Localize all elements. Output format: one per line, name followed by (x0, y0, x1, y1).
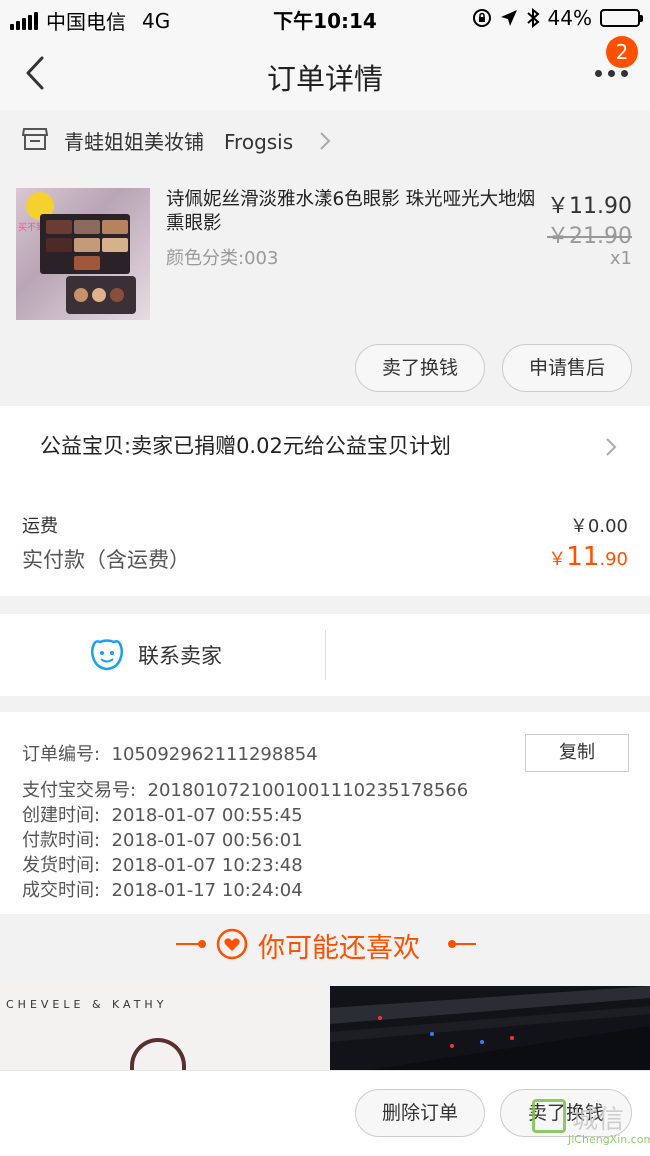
battery-percent: 44% (547, 6, 592, 30)
palette-image (40, 214, 130, 274)
watermark-text: 城信 (572, 1105, 625, 1134)
product-quantity: x1 (609, 248, 632, 269)
paid-currency: ￥ (548, 549, 567, 570)
paid-decimal: .90 (599, 549, 628, 570)
sell-for-cash-button[interactable]: 卖了换钱 (355, 344, 485, 392)
shipping-label: 运费 (22, 516, 58, 537)
nav-bar: 订单详情 2 (0, 36, 650, 110)
info-value: 2018-01-07 00:56:01 (111, 830, 303, 851)
bottom-action-bar: 删除订单 卖了换钱 城信 JiChengXin.com (0, 1070, 650, 1156)
store-icon (22, 128, 48, 150)
info-label: 支付宝交易号: (22, 780, 137, 801)
bluetooth-icon (526, 8, 540, 28)
recommend-title: 你可能还喜欢 (258, 933, 420, 964)
recommend-card[interactable] (330, 986, 650, 1070)
eyeshadow-image (66, 276, 136, 314)
watermark: 城信 JiChengXin.com (532, 1097, 650, 1151)
product-original-price: ￥21.90 (547, 224, 632, 249)
rotation-lock-icon (472, 9, 491, 27)
charity-row[interactable]: 公益宝贝:卖家已捐赠0.02元给公益宝贝计划 (0, 406, 650, 488)
watermark-domain: JiChengXin.com (568, 1133, 650, 1146)
after-sales-button[interactable]: 申请售后 (502, 344, 632, 392)
delete-order-button[interactable]: 删除订单 (355, 1089, 485, 1137)
info-row-shipped: 发货时间: 2018-01-07 10:23:48 (22, 851, 303, 877)
info-row-alipay: 支付宝交易号: 2018010721001001110235178566 (22, 776, 468, 802)
order-number-row: 订单编号: 105092962111298854 (22, 740, 318, 766)
info-value: 2018010721001001110235178566 (147, 780, 469, 801)
info-label: 发货时间: (22, 855, 101, 876)
brand-label: CHEVELE & KATHY (6, 998, 168, 1011)
chat-face-icon[interactable] (90, 638, 124, 672)
product-spec: 颜色分类:003 (166, 248, 279, 269)
order-info: 订单编号: 105092962111298854 复制 支付宝交易号: 2018… (0, 712, 650, 914)
more-icon[interactable] (595, 70, 628, 77)
notification-badge: 2 (606, 36, 638, 68)
info-label: 成交时间: (22, 880, 101, 901)
contact-seller-button[interactable]: 联系卖家 (138, 640, 222, 670)
heart-icon (216, 928, 248, 960)
info-row-created: 创建时间: 2018-01-07 00:55:45 (22, 801, 303, 827)
recommend-grid: CHEVELE & KATHY (0, 986, 650, 1088)
product-card: 买不到香奶奶268嘛 诗佩妮丝滑淡雅水漾6色眼影 珠光哑光大地烟熏眼影 颜色分类… (0, 172, 650, 404)
piano-image (330, 986, 650, 1070)
watermark-logo-icon (532, 1099, 566, 1133)
info-row-completed: 成交时间: 2018-01-17 10:24:04 (22, 876, 303, 902)
chevron-right-icon (320, 132, 331, 150)
decor-line (452, 943, 476, 945)
shop-row[interactable]: 青蛙姐姐美妆铺 Frogsis (0, 112, 650, 170)
divider (325, 630, 326, 680)
decor-dot (198, 940, 206, 948)
copy-button[interactable]: 复制 (525, 734, 629, 772)
order-number-value: 105092962111298854 (111, 744, 318, 765)
product-title[interactable]: 诗佩妮丝滑淡雅水漾6色眼影 珠光哑光大地烟熏眼影 (166, 188, 536, 236)
paid-integer: 11 (566, 542, 600, 572)
contact-bar: 联系卖家 (0, 614, 650, 696)
info-value: 2018-01-17 10:24:04 (111, 880, 303, 901)
recommend-header: 你可能还喜欢 (0, 916, 650, 972)
paid-value: ￥11.90 (548, 542, 628, 572)
battery-icon (600, 9, 643, 27)
order-number-label: 订单编号: (22, 744, 101, 765)
shipping-value: ￥0.00 (569, 516, 628, 537)
fee-summary: 运费 ￥0.00 实付款（含运费） ￥11.90 (0, 488, 650, 596)
status-right: 44% (472, 6, 643, 30)
location-icon (500, 10, 517, 26)
charity-text: 公益宝贝:卖家已捐赠0.02元给公益宝贝计划 (40, 434, 451, 458)
info-value: 2018-01-07 00:55:45 (111, 805, 303, 826)
chevron-right-icon (606, 438, 617, 456)
product-thumbnail[interactable]: 买不到香奶奶268嘛 (16, 188, 150, 320)
product-price: ￥11.90 (547, 194, 632, 219)
status-bar: 中国电信 4G 下午10:14 44% (0, 0, 650, 36)
paid-label: 实付款（含运费） (22, 548, 190, 572)
recommend-card[interactable]: CHEVELE & KATHY (0, 986, 320, 1088)
info-value: 2018-01-07 10:23:48 (111, 855, 303, 876)
page-title: 订单详情 (266, 62, 383, 96)
info-row-paid: 付款时间: 2018-01-07 00:56:01 (22, 826, 303, 852)
info-label: 创建时间: (22, 805, 101, 826)
info-label: 付款时间: (22, 830, 101, 851)
shop-name[interactable]: 青蛙姐姐美妆铺 Frogsis (64, 126, 293, 155)
